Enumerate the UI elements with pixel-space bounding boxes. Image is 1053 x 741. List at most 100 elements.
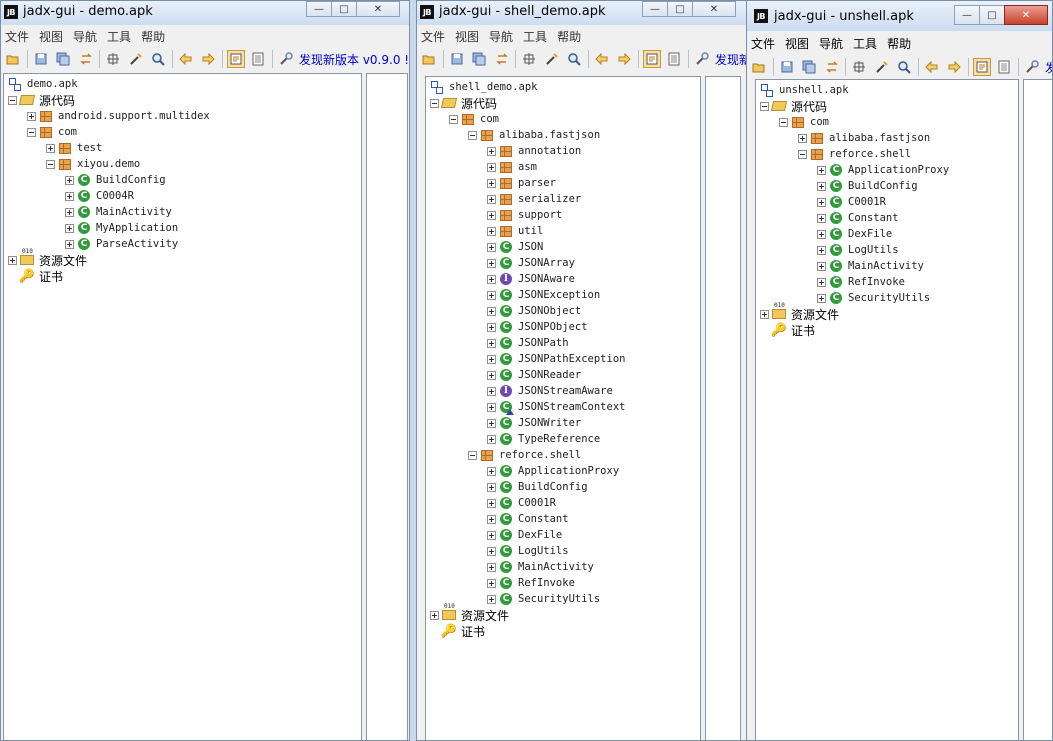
expand-toggle[interactable] (487, 514, 496, 524)
flatten-packages-icon[interactable] (104, 50, 122, 68)
expand-toggle[interactable] (65, 175, 74, 185)
tree-node[interactable]: 源代码 (430, 95, 497, 111)
save-all-icon[interactable] (800, 58, 818, 76)
preferences-icon[interactable] (277, 50, 295, 68)
new-version-link[interactable]: 发 (1045, 59, 1052, 76)
expand-toggle[interactable] (817, 213, 826, 223)
tree-node[interactable]: C C0001R (487, 495, 556, 511)
search-icon[interactable] (565, 50, 583, 68)
back-icon[interactable] (593, 50, 611, 68)
log-icon[interactable] (226, 50, 245, 68)
preferences-icon[interactable] (1023, 58, 1041, 76)
tree-node[interactable]: 源代码 (8, 92, 75, 108)
tree-node[interactable]: C JSONObject (487, 303, 581, 319)
title-bar[interactable]: JB jadx-gui - unshell.apk — □ ✕ (747, 1, 1052, 31)
back-icon[interactable] (177, 50, 195, 68)
close-button[interactable]: ✕ (356, 1, 400, 17)
expand-toggle[interactable] (487, 322, 496, 332)
collapse-toggle[interactable] (27, 127, 36, 137)
tree-node[interactable]: reforce.shell (798, 146, 911, 162)
expand-toggle[interactable] (487, 482, 496, 492)
expand-toggle[interactable] (487, 578, 496, 588)
tree-node[interactable]: 010 资源文件 (430, 603, 509, 623)
tree-node[interactable]: serializer (487, 191, 581, 207)
sync-icon[interactable] (493, 50, 511, 68)
tree-node[interactable]: com (27, 124, 77, 140)
expand-toggle[interactable] (487, 418, 496, 428)
expand-toggle[interactable] (487, 226, 496, 236)
tree-node[interactable]: C JSON (487, 239, 543, 255)
menu-file[interactable]: 文件 (5, 28, 29, 45)
tree-node[interactable]: C JSONPathException (487, 351, 625, 367)
tree-node[interactable]: C JSONStreamContext (487, 399, 625, 415)
menu-help[interactable]: 帮助 (557, 28, 581, 45)
open-file-icon[interactable] (420, 50, 438, 68)
viewer-icon[interactable] (665, 50, 683, 68)
save-icon[interactable] (778, 58, 796, 76)
expand-toggle[interactable] (487, 354, 496, 364)
menu-view[interactable]: 视图 (455, 28, 479, 45)
sync-icon[interactable] (77, 50, 95, 68)
close-button[interactable]: ✕ (692, 1, 736, 17)
back-icon[interactable] (923, 58, 941, 76)
tree-node[interactable]: demo.apk (8, 76, 78, 92)
tree-node[interactable]: I JSONAware (487, 271, 575, 287)
menu-view[interactable]: 视图 (39, 28, 63, 45)
tree-node[interactable]: unshell.apk (760, 82, 849, 98)
close-button[interactable]: ✕ (1004, 5, 1048, 25)
tree-node[interactable]: annotation (487, 143, 581, 159)
flatten-packages-icon[interactable] (850, 58, 868, 76)
expand-toggle[interactable] (817, 165, 826, 175)
tree-node[interactable]: C LogUtils (487, 543, 569, 559)
collapse-toggle[interactable] (449, 114, 458, 124)
expand-toggle[interactable] (487, 386, 496, 396)
expand-toggle[interactable] (817, 229, 826, 239)
minimize-button[interactable]: — (954, 5, 980, 25)
log-icon[interactable] (972, 58, 991, 76)
tree-node[interactable]: C C0004R (65, 188, 134, 204)
expand-toggle[interactable] (487, 146, 496, 156)
expand-toggle[interactable] (487, 274, 496, 284)
preferences-icon[interactable] (693, 50, 711, 68)
title-bar[interactable]: JB jadx-gui - shell_demo.apk — □ ✕ (417, 1, 748, 25)
forward-icon[interactable] (945, 58, 963, 76)
open-file-icon[interactable] (750, 58, 768, 76)
collapse-toggle[interactable] (468, 130, 477, 140)
tree-node[interactable]: 010 资源文件 (8, 248, 87, 268)
menu-tools[interactable]: 工具 (853, 35, 877, 52)
menu-navigation[interactable]: 导航 (489, 28, 513, 45)
open-file-icon[interactable] (4, 50, 22, 68)
save-all-icon[interactable] (54, 50, 72, 68)
collapse-toggle[interactable] (760, 101, 769, 111)
expand-toggle[interactable] (817, 293, 826, 303)
expand-toggle[interactable] (65, 191, 74, 201)
tree-node[interactable]: C BuildConfig (487, 479, 588, 495)
menu-file[interactable]: 文件 (421, 28, 445, 45)
expand-toggle[interactable] (487, 402, 496, 412)
expand-toggle[interactable] (487, 194, 496, 204)
tree-node[interactable]: util (487, 223, 543, 239)
tree-node[interactable]: C DexFile (487, 527, 562, 543)
save-all-icon[interactable] (470, 50, 488, 68)
expand-toggle[interactable] (487, 338, 496, 348)
forward-icon[interactable] (199, 50, 217, 68)
expand-toggle[interactable] (487, 562, 496, 572)
collapse-toggle[interactable] (798, 149, 807, 159)
expand-toggle[interactable] (8, 255, 17, 265)
expand-toggle[interactable] (65, 207, 74, 217)
expand-toggle[interactable] (487, 594, 496, 604)
expand-toggle[interactable] (487, 210, 496, 220)
tree-node[interactable]: C DexFile (817, 226, 892, 242)
new-version-link[interactable]: 发现新版本 v0.9.0 ! (299, 51, 409, 68)
tree-node[interactable]: C JSONArray (487, 255, 575, 271)
tree-node[interactable]: C SecurityUtils (487, 591, 600, 607)
minimize-button[interactable]: — (306, 1, 332, 17)
menu-tools[interactable]: 工具 (523, 28, 547, 45)
tree-node[interactable]: C JSONPObject (487, 319, 588, 335)
expand-toggle[interactable] (65, 239, 74, 249)
expand-toggle[interactable] (487, 178, 496, 188)
sync-icon[interactable] (823, 58, 841, 76)
expand-toggle[interactable] (487, 306, 496, 316)
expand-toggle[interactable] (817, 261, 826, 271)
collapse-toggle[interactable] (468, 450, 477, 460)
